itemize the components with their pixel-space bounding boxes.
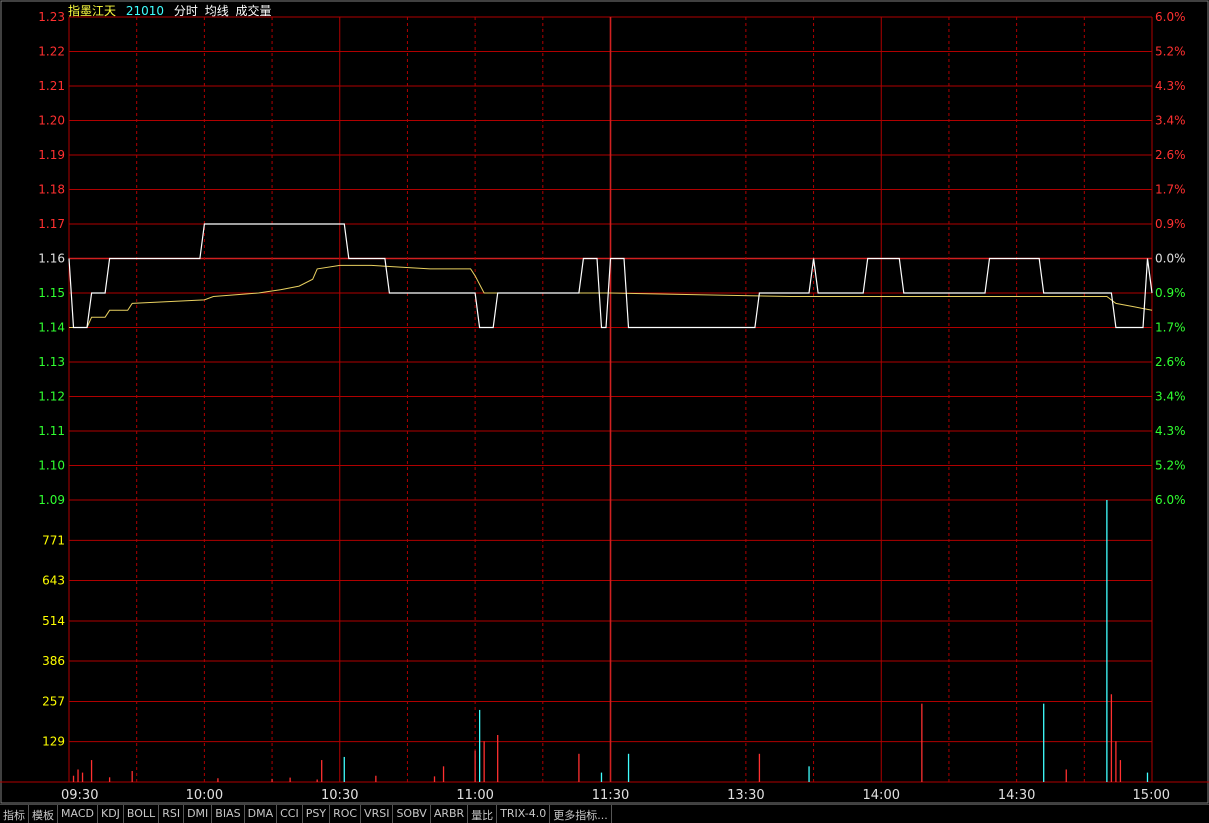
stock-code: 21010 bbox=[125, 4, 165, 18]
volume-tick-label: 386 bbox=[42, 654, 65, 668]
tab-boll[interactable]: BOLL bbox=[124, 805, 160, 823]
volume-axis-labels: 771 643 514 386 257 129 bbox=[42, 533, 65, 748]
tab-模板[interactable]: 模板 bbox=[29, 805, 58, 823]
price-tick-label: 1.19 bbox=[38, 148, 65, 162]
price-tick-label: 1.20 bbox=[38, 114, 65, 128]
percent-tick-label: 6.0% bbox=[1155, 10, 1186, 24]
label-intraday: 分时 bbox=[173, 4, 198, 18]
time-tick-label: 11:00 bbox=[456, 788, 493, 803]
stock-name: 指墨江天 bbox=[68, 4, 117, 18]
price-tick-label: 1.13 bbox=[38, 355, 65, 369]
tab-psy[interactable]: PSY bbox=[303, 805, 331, 823]
tab-dma[interactable]: DMA bbox=[245, 805, 278, 823]
percent-tick-label: 1.7% bbox=[1155, 321, 1186, 335]
volume-tick-label: 643 bbox=[42, 574, 65, 588]
time-tick-label: 10:00 bbox=[186, 788, 223, 803]
tab-arbr[interactable]: ARBR bbox=[431, 805, 469, 823]
price-tick-label: 1.17 bbox=[38, 217, 65, 231]
tab-cci[interactable]: CCI bbox=[277, 805, 303, 823]
percent-tick-label: 2.6% bbox=[1155, 355, 1186, 369]
percent-tick-label: 2.6% bbox=[1155, 148, 1186, 162]
price-tick-label: 1.10 bbox=[38, 459, 65, 473]
tab-macd[interactable]: MACD bbox=[58, 805, 98, 823]
price-tick-label: 1.22 bbox=[38, 45, 65, 59]
intraday-chart: 1.23 1.22 1.21 1.20 1.19 1.18 1.17 1.16 1.15 1.14… bbox=[0, 0, 1209, 804]
price-tick-label: 1.15 bbox=[38, 286, 65, 300]
price-tick-label: 1.18 bbox=[38, 183, 65, 197]
grid-lines bbox=[0, 0, 1209, 804]
volume-tick-label: 257 bbox=[42, 694, 65, 708]
percent-tick-label: 0.0% bbox=[1155, 252, 1186, 266]
percent-axis-labels: 6.0% 5.2% 4.3% 3.4% 2.6% 1.7% 0.9% 0.0% 0.9% 1.7%… bbox=[1155, 10, 1186, 507]
percent-tick-label: 1.7% bbox=[1155, 183, 1186, 197]
tab-sobv[interactable]: SOBV bbox=[393, 805, 431, 823]
percent-tick-label: 0.9% bbox=[1155, 217, 1186, 231]
time-tick-label: 13:30 bbox=[727, 788, 764, 803]
time-tick-label: 10:30 bbox=[321, 788, 358, 803]
tab-roc[interactable]: ROC bbox=[330, 805, 362, 823]
tab-量比[interactable]: 量比 bbox=[468, 805, 498, 823]
percent-tick-label: 5.2% bbox=[1155, 459, 1186, 473]
time-tick-label: 11:30 bbox=[592, 788, 629, 803]
tab-trix-4-0[interactable]: TRIX-4.0 bbox=[497, 805, 551, 823]
percent-tick-label: 0.9% bbox=[1155, 286, 1186, 300]
tab-vrsi[interactable]: VRSI bbox=[361, 805, 394, 823]
price-tick-label: 1.16 bbox=[38, 252, 65, 266]
volume-tick-label: 129 bbox=[42, 735, 65, 749]
price-tick-label: 1.12 bbox=[38, 390, 65, 404]
percent-tick-label: 5.2% bbox=[1155, 45, 1186, 59]
percent-tick-label: 3.4% bbox=[1155, 390, 1186, 404]
price-tick-label: 1.14 bbox=[38, 321, 65, 335]
percent-tick-label: 4.3% bbox=[1155, 424, 1186, 438]
time-tick-label: 09:30 bbox=[61, 788, 98, 803]
time-tick-label: 14:30 bbox=[998, 788, 1035, 803]
percent-tick-label: 3.4% bbox=[1155, 114, 1186, 128]
tab-更多指标-[interactable]: 更多指标... bbox=[550, 805, 612, 823]
time-tick-label: 15:00 bbox=[1133, 788, 1170, 803]
volume-tick-label: 771 bbox=[42, 533, 65, 547]
price-tick-label: 1.11 bbox=[38, 424, 65, 438]
chart-frame bbox=[0, 0, 1209, 804]
tab-指标[interactable]: 指标 bbox=[0, 805, 29, 823]
tab-kdj[interactable]: KDJ bbox=[98, 805, 124, 823]
tab-rsi[interactable]: RSI bbox=[159, 805, 185, 823]
chart-title: 指墨江天 21010 分时 均线 成交量 bbox=[68, 2, 278, 19]
indicator-tab-bar: 指标 模板 MACD KDJ BOLL RSI DMI BIAS DMA CCI PSY ROC VRS… bbox=[0, 804, 1209, 823]
price-tick-label: 1.09 bbox=[38, 493, 65, 507]
price-axis-labels: 1.23 1.22 1.21 1.20 1.19 1.18 1.17 1.16 1.15 1.14… bbox=[38, 10, 65, 507]
volume-tick-label: 514 bbox=[42, 614, 65, 628]
price-tick-label: 1.23 bbox=[38, 10, 65, 24]
time-axis-labels: 09:30 10:00 10:30 11:00 11:30 13:30 14:00 14:30… bbox=[61, 788, 1170, 803]
time-tick-label: 14:00 bbox=[863, 788, 900, 803]
tab-dmi[interactable]: DMI bbox=[184, 805, 213, 823]
label-avg: 均线 bbox=[204, 4, 229, 18]
percent-tick-label: 6.0% bbox=[1155, 493, 1186, 507]
price-tick-label: 1.21 bbox=[38, 79, 65, 93]
label-volume: 成交量 bbox=[235, 4, 272, 18]
tab-bias[interactable]: BIAS bbox=[212, 805, 245, 823]
percent-tick-label: 4.3% bbox=[1155, 79, 1186, 93]
